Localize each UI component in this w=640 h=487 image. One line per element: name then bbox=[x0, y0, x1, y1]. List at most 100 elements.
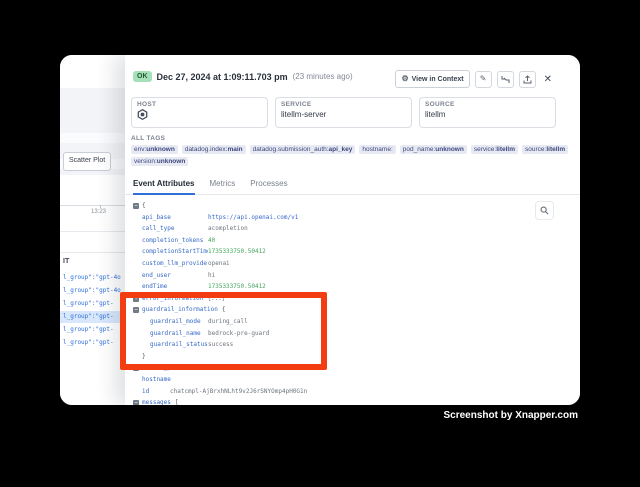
tag-key: pod_name: bbox=[403, 146, 436, 153]
list-item[interactable]: l_group":"gpt-4o bbox=[60, 285, 125, 297]
connector-arrows-icon bbox=[501, 75, 510, 84]
json-row-api-base: api_base https://api.openai.com/v1 bbox=[133, 212, 553, 224]
tab-event-attributes[interactable]: Event Attributes bbox=[133, 174, 195, 195]
chart-axis-tick-label: 13:23 bbox=[91, 209, 106, 215]
header-actions: ⚙ View in Context ✎ ✕ bbox=[395, 70, 552, 88]
json-key[interactable]: messages bbox=[142, 397, 171, 405]
list-item[interactable]: l_group":"gpt-4o bbox=[60, 272, 125, 284]
list-item-selected[interactable]: l_group":"gpt- bbox=[60, 311, 125, 323]
tag-source[interactable]: source:litellm bbox=[522, 145, 568, 154]
list-item[interactable]: l_group":"gpt- bbox=[60, 298, 125, 310]
event-timestamp: Dec 27, 2024 at 1:09:11.703 pm bbox=[157, 72, 288, 82]
tag-value: unknown bbox=[435, 146, 464, 153]
chart-axis-line bbox=[60, 205, 125, 206]
view-in-context-button[interactable]: ⚙ View in Context bbox=[395, 70, 469, 88]
event-header: OK Dec 27, 2024 at 1:09:11.703 pm (23 mi… bbox=[133, 71, 353, 82]
json-value: 40 bbox=[208, 235, 215, 247]
service-box[interactable]: SERVICE litellm-server bbox=[275, 97, 412, 128]
json-key[interactable]: api_base bbox=[142, 212, 208, 224]
scatter-plot-button[interactable]: Scatter Plot bbox=[63, 152, 111, 171]
close-icon: ✕ bbox=[544, 74, 552, 85]
json-key[interactable]: completion_tokens bbox=[142, 235, 208, 247]
tab-metrics[interactable]: Metrics bbox=[210, 174, 236, 195]
json-key[interactable]: custom_llm_provider bbox=[142, 258, 208, 270]
truncated-header-text: IT bbox=[63, 258, 69, 265]
chart-axis-tick bbox=[100, 205, 101, 208]
chart-grid-line bbox=[60, 231, 125, 232]
json-row-end-user: end_user hi bbox=[133, 270, 553, 282]
annotation-highlight-rectangle bbox=[120, 292, 327, 370]
tag-datadog-index[interactable]: datadog.index:main bbox=[182, 145, 246, 154]
pencil-icon: ✎ bbox=[480, 75, 487, 83]
tag-value: litellm bbox=[546, 146, 565, 153]
service-label: SERVICE bbox=[281, 101, 406, 108]
json-row-completion-start-time: completionStartTime 1735333750.50412 bbox=[133, 246, 553, 258]
collapse-icon[interactable] bbox=[133, 400, 139, 405]
json-key[interactable]: call_type bbox=[142, 223, 208, 235]
json-key[interactable]: hostname bbox=[142, 374, 208, 386]
tag-value: litellm bbox=[496, 146, 515, 153]
tag-key: service: bbox=[474, 146, 496, 153]
service-value: litellm-server bbox=[281, 110, 406, 119]
tag-key: datadog.submission_auth: bbox=[253, 146, 329, 153]
tag-hostname[interactable]: hostname: bbox=[359, 145, 395, 154]
json-value: openai bbox=[208, 258, 230, 270]
tab-processes[interactable]: Processes bbox=[250, 174, 287, 195]
tag-value: api_key bbox=[329, 146, 353, 153]
all-tags-section: ALL TAGS env:unknown datadog.index:main … bbox=[131, 135, 569, 166]
event-relative-time: (23 minutes ago) bbox=[293, 72, 353, 81]
json-row-hostname: hostname bbox=[133, 374, 553, 386]
json-value: 1735333750.50412 bbox=[208, 246, 266, 258]
tag-pod-name[interactable]: pod_name:unknown bbox=[400, 145, 467, 154]
host-box[interactable]: HOST bbox=[131, 97, 268, 128]
json-value-link[interactable]: https://api.openai.com/v1 bbox=[208, 212, 298, 224]
xnapper-watermark: Screenshot by Xnapper.com bbox=[444, 410, 579, 421]
json-row-custom-llm-provider: custom_llm_provider openai bbox=[133, 258, 553, 270]
tag-value: main bbox=[227, 146, 242, 153]
json-brace: { bbox=[142, 200, 146, 212]
source-label: SOURCE bbox=[425, 101, 550, 108]
tag-datadog-submission-auth[interactable]: datadog.submission_auth:api_key bbox=[250, 145, 356, 154]
export-button[interactable] bbox=[519, 71, 536, 88]
collapse-icon[interactable] bbox=[133, 203, 139, 209]
meta-boxes: HOST SERVICE litellm-server SOURCE litel… bbox=[131, 97, 556, 128]
related-traces-button[interactable] bbox=[497, 71, 514, 88]
upload-icon bbox=[523, 75, 532, 84]
section-divider bbox=[60, 252, 125, 253]
tag-key: datadog.index: bbox=[185, 146, 228, 153]
json-key[interactable]: endTime bbox=[142, 281, 208, 293]
host-hexagon-icon bbox=[137, 109, 148, 120]
tab-bar: Event Attributes Metrics Processes bbox=[125, 174, 580, 195]
source-box[interactable]: SOURCE litellm bbox=[419, 97, 556, 128]
tag-key: env: bbox=[134, 146, 146, 153]
edit-button[interactable]: ✎ bbox=[475, 71, 492, 88]
tag-value: unknown bbox=[146, 146, 175, 153]
json-row-end-time: endTime 1735333750.50412 bbox=[133, 281, 553, 293]
source-value: litellm bbox=[425, 110, 550, 119]
json-value: chatcmpl-AjBrxhNLht9v2J6rSNYOmp4pH0G1n bbox=[170, 386, 307, 398]
all-tags-label: ALL TAGS bbox=[131, 135, 569, 142]
json-root-row: { bbox=[133, 200, 553, 212]
json-key[interactable]: end_user bbox=[142, 270, 208, 282]
tag-service[interactable]: service:litellm bbox=[471, 145, 518, 154]
json-brace: [ bbox=[175, 397, 179, 405]
list-item[interactable]: l_group":"gpt- bbox=[60, 324, 125, 336]
view-in-context-label: View in Context bbox=[412, 76, 464, 83]
tag-env[interactable]: env:unknown bbox=[131, 145, 178, 154]
json-row-messages: messages [ bbox=[133, 397, 553, 405]
json-key[interactable]: id bbox=[142, 386, 170, 398]
json-value: hi bbox=[208, 270, 215, 282]
json-value: acompletion bbox=[208, 223, 248, 235]
status-badge: OK bbox=[133, 71, 152, 82]
tag-key: version: bbox=[134, 158, 157, 165]
tag-version[interactable]: version:unknown bbox=[131, 157, 188, 166]
list-item[interactable]: l_group":"gpt- bbox=[60, 337, 125, 349]
json-value: 1735333750.50412 bbox=[208, 281, 266, 293]
json-row-call-type: call_type acompletion bbox=[133, 223, 553, 235]
tag-key: hostname: bbox=[362, 146, 392, 153]
json-key[interactable]: completionStartTime bbox=[142, 246, 208, 258]
background-app-panel: Scatter Plot 13:23 IT l_group":"gpt-4o l… bbox=[60, 55, 125, 405]
tag-value: unknown bbox=[157, 158, 186, 165]
host-label: HOST bbox=[137, 101, 262, 108]
close-button[interactable]: ✕ bbox=[544, 74, 552, 85]
